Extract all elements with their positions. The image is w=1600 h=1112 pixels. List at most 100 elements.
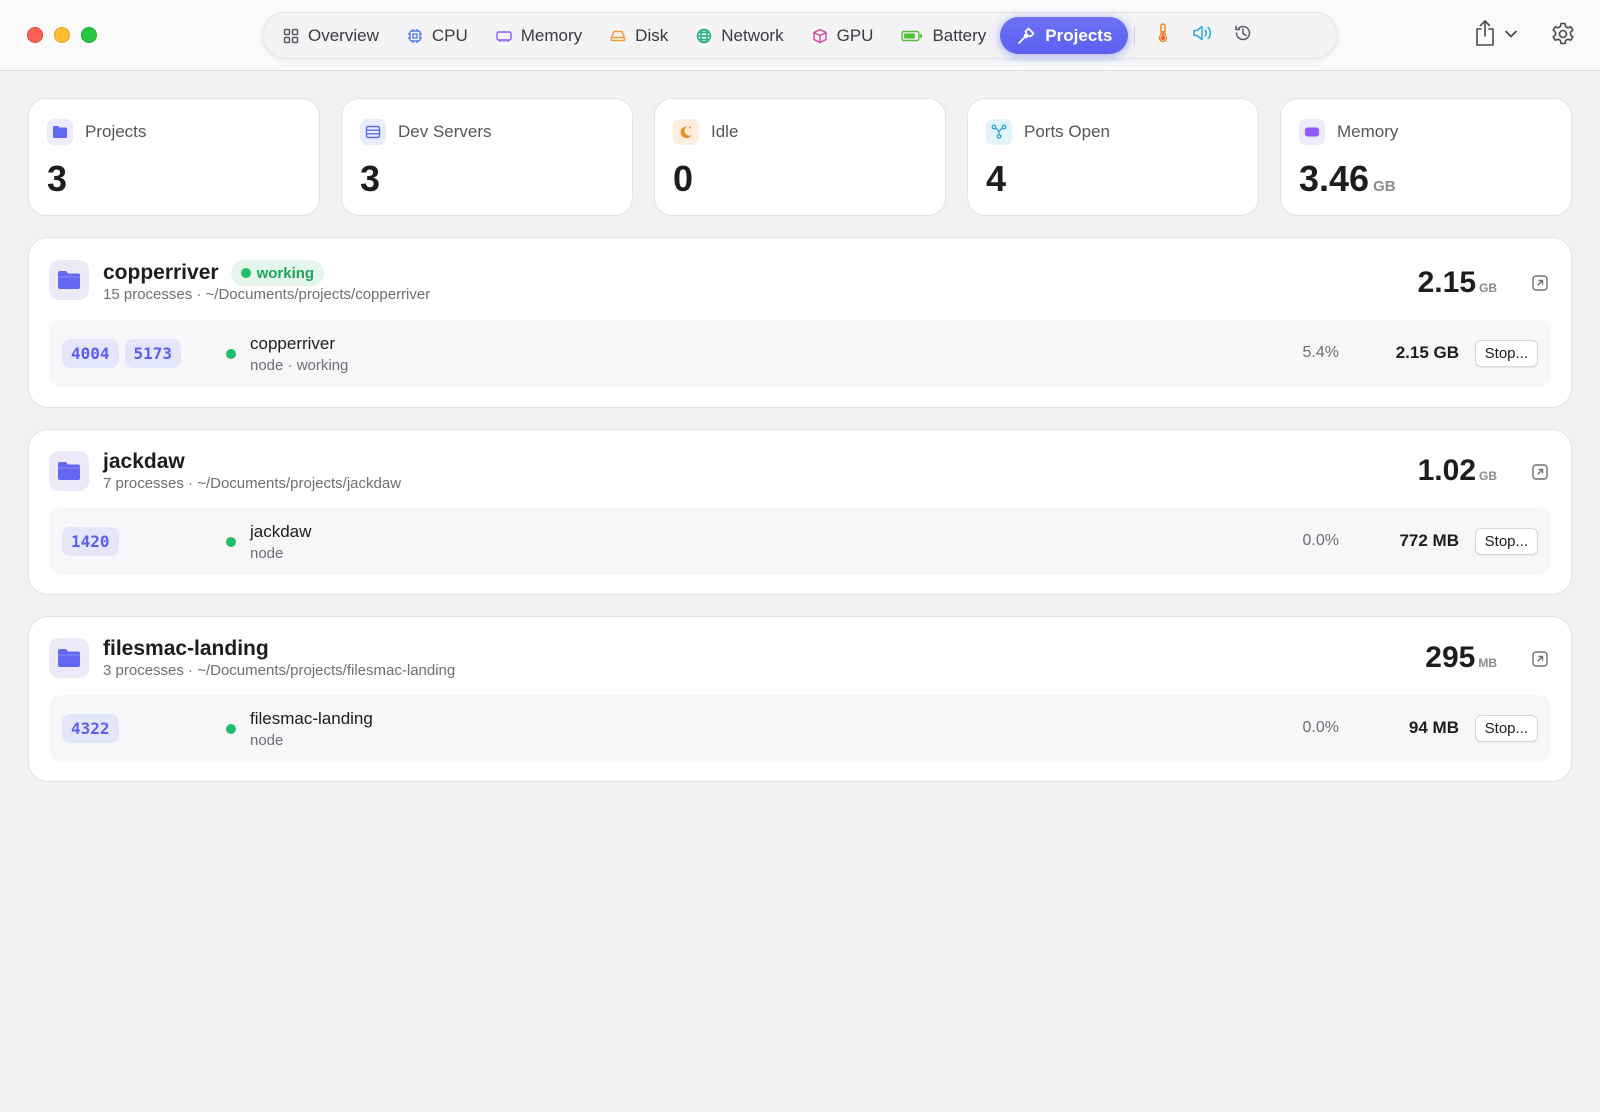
port-list: 4004 5173 [62, 339, 182, 368]
moon-icon [673, 119, 699, 145]
project-subtitle: 7 processes · ~/Documents/projects/jackd… [103, 475, 402, 492]
cube-icon [812, 28, 828, 44]
process-detail: node [250, 732, 284, 749]
running-dot-icon [226, 724, 236, 734]
tab-battery[interactable]: Battery [887, 17, 1000, 54]
tab-temperature[interactable] [1143, 17, 1183, 54]
hammer-icon [1016, 26, 1036, 46]
port-badge[interactable]: 4322 [62, 714, 119, 743]
title-bar: Overview CPU Memory Disk Network GPU Bat… [0, 0, 1600, 71]
project-size-value: 2.15 [1417, 266, 1476, 299]
process-memory: 772 MB [1399, 531, 1459, 550]
network-icon [986, 119, 1012, 145]
project-title: jackdaw [103, 450, 185, 474]
tab-cpu[interactable]: CPU [393, 17, 482, 54]
project-size: 2.15 GB [1418, 266, 1497, 300]
process-cpu: 0.0% [1302, 532, 1339, 549]
tab-history[interactable] [1223, 17, 1263, 54]
battery-icon [901, 28, 923, 44]
port-list: 4322 [62, 714, 119, 743]
status-label: working [256, 264, 315, 282]
share-button[interactable] [1474, 19, 1532, 52]
tab-memory[interactable]: Memory [482, 17, 596, 54]
stat-value: 0 [673, 158, 694, 199]
tab-label: Memory [520, 25, 583, 45]
history-icon [1233, 23, 1253, 48]
stat-value: 3 [360, 158, 381, 199]
process-memory: 94 MB [1408, 718, 1459, 737]
project-subtitle: 3 processes · ~/Documents/projects/files… [103, 662, 456, 679]
running-dot-icon [226, 537, 236, 547]
project-size-unit: GB [1479, 281, 1497, 295]
stat-label: Ports Open [1024, 122, 1110, 141]
project-name: jackdaw [103, 450, 185, 473]
project-card: copperriver working 15 processes · ~/Doc… [28, 237, 1572, 408]
open-external-icon[interactable] [1531, 463, 1549, 481]
stop-button[interactable]: Stop... [1474, 715, 1538, 742]
minimize-window-button[interactable] [54, 27, 70, 43]
memory-chip-icon [1299, 119, 1325, 145]
tab-disk[interactable]: Disk [596, 17, 682, 54]
tab-separator [1134, 25, 1136, 46]
stat-value: 4 [986, 158, 1007, 199]
process-row: 1420 jackdaw node 0.0% 772 MB Stop... [49, 508, 1551, 575]
stat-card-dev-servers: Dev Servers 3 [341, 98, 633, 216]
stat-value-number: 3.46 [1299, 158, 1370, 199]
process-name: jackdaw [250, 522, 312, 541]
tab-bar: Overview CPU Memory Disk Network GPU Bat… [262, 12, 1338, 59]
stat-value: 3.46 GB [1299, 159, 1553, 207]
stat-card-projects: Projects 3 [28, 98, 320, 216]
project-size: 1.02 GB [1418, 454, 1497, 488]
process-name: filesmac-landing [250, 709, 373, 728]
project-title: filesmac-landing [103, 637, 269, 661]
project-title: copperriver working [103, 260, 325, 286]
tab-overview[interactable]: Overview [269, 17, 393, 54]
close-window-button[interactable] [27, 27, 43, 43]
port-badge[interactable]: 5173 [124, 339, 182, 368]
stat-unit: GB [1373, 178, 1396, 195]
project-subtitle: 15 processes · ~/Documents/projects/copp… [103, 286, 431, 303]
project-size-value: 1.02 [1417, 454, 1476, 487]
stat-card-idle: Idle 0 [654, 98, 946, 216]
folder-icon [49, 451, 89, 491]
running-dot-icon [226, 349, 236, 359]
project-card: jackdaw 7 processes · ~/Documents/projec… [28, 429, 1572, 595]
status-badge: working [230, 260, 325, 286]
share-icon [1474, 19, 1496, 52]
server-icon [360, 119, 386, 145]
disk-icon [610, 28, 626, 44]
stop-button[interactable]: Stop... [1474, 340, 1538, 367]
memory-icon [496, 28, 512, 44]
tab-audio[interactable] [1183, 17, 1223, 54]
port-badge[interactable]: 1420 [62, 527, 119, 556]
folder-icon [49, 638, 89, 678]
stats-row: Projects 3 Dev Servers 3 Idle 0 Ports Op… [28, 98, 1572, 216]
tab-label: GPU [836, 25, 874, 45]
tab-network[interactable]: Network [682, 17, 797, 54]
open-external-icon[interactable] [1531, 650, 1549, 668]
process-row: 4004 5173 copperriver node · working 5.4… [49, 320, 1551, 387]
stat-value: 3 [47, 158, 68, 199]
stat-card-memory: Memory 3.46 GB [1280, 98, 1572, 216]
zoom-window-button[interactable] [81, 27, 97, 43]
project-size: 295 MB [1425, 641, 1497, 675]
process-detail: node · working [250, 357, 349, 374]
process-row: 4322 filesmac-landing node 0.0% 94 MB St… [49, 695, 1551, 762]
stop-button[interactable]: Stop... [1474, 528, 1538, 555]
process-cpu: 0.0% [1302, 719, 1339, 736]
project-size-unit: MB [1478, 656, 1497, 670]
tab-gpu[interactable]: GPU [798, 17, 888, 54]
port-list: 1420 [62, 527, 119, 556]
process-memory: 2.15 GB [1395, 343, 1459, 362]
status-dot-icon [240, 268, 251, 278]
stat-label: Idle [711, 122, 739, 141]
open-external-icon[interactable] [1531, 274, 1549, 292]
port-badge[interactable]: 4004 [62, 339, 119, 368]
tab-label: Projects [1045, 25, 1113, 45]
tab-label: Disk [635, 25, 669, 45]
tab-label: Network [721, 25, 784, 45]
tab-projects[interactable]: Projects [1000, 17, 1129, 54]
tab-label: Battery [932, 25, 987, 45]
settings-button[interactable] [1550, 21, 1576, 47]
chevron-down-icon [1504, 26, 1518, 44]
